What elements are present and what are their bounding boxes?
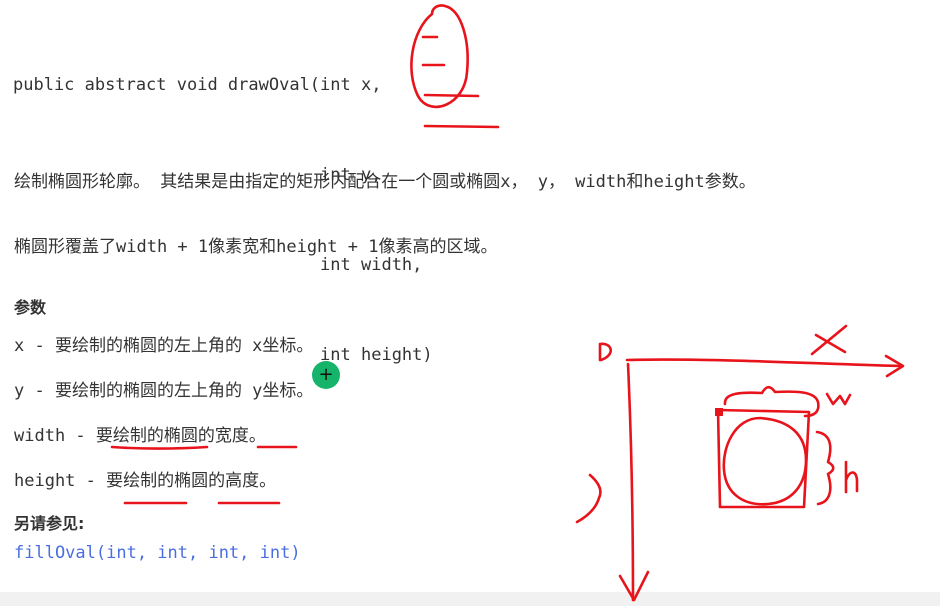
underline-sig-height (423, 124, 500, 129)
description-line-1: 绘制椭圆形轮廓。 其结果是由指定的矩形内配合在一个圆或椭圆x， y， width… (14, 172, 756, 192)
origin-letter (598, 342, 612, 362)
signature-line-1: public abstract void drawOval(int x, (13, 75, 382, 95)
underline-width-draw (110, 445, 209, 450)
description-line-2: 椭圆形覆盖了width + 1像素宽和height + 1像素高的区域。 (14, 237, 498, 257)
y-letter (575, 473, 602, 524)
mouse-cursor-indicator: + (312, 361, 340, 389)
x-axis (625, 358, 902, 368)
width-brace (723, 385, 820, 418)
w-letter (825, 392, 852, 406)
param-width: width - 要绘制的椭圆的宽度。 (14, 426, 266, 446)
x-axis-arrowhead (884, 354, 905, 378)
underline-sig-width (423, 93, 480, 98)
height-brace (815, 430, 835, 506)
bottom-bar (0, 592, 940, 606)
y-axis (626, 362, 635, 602)
corner-marker (715, 408, 723, 416)
param-height: height - 要绘制的椭圆的高度。 (14, 471, 277, 491)
fill-oval-link[interactable]: fillOval(int, int, int, int) (14, 543, 301, 563)
x-letter (810, 324, 848, 356)
oval (722, 416, 808, 506)
param-x: x - 要绘制的椭圆的左上角的 x坐标。 (14, 336, 314, 356)
bounding-rect (716, 408, 811, 509)
see-also-heading: 另请参见: (14, 514, 85, 533)
param-y: y - 要绘制的椭圆的左上角的 y坐标。 (14, 381, 314, 401)
params-heading: 参数 (14, 298, 47, 317)
h-letter (844, 460, 859, 494)
